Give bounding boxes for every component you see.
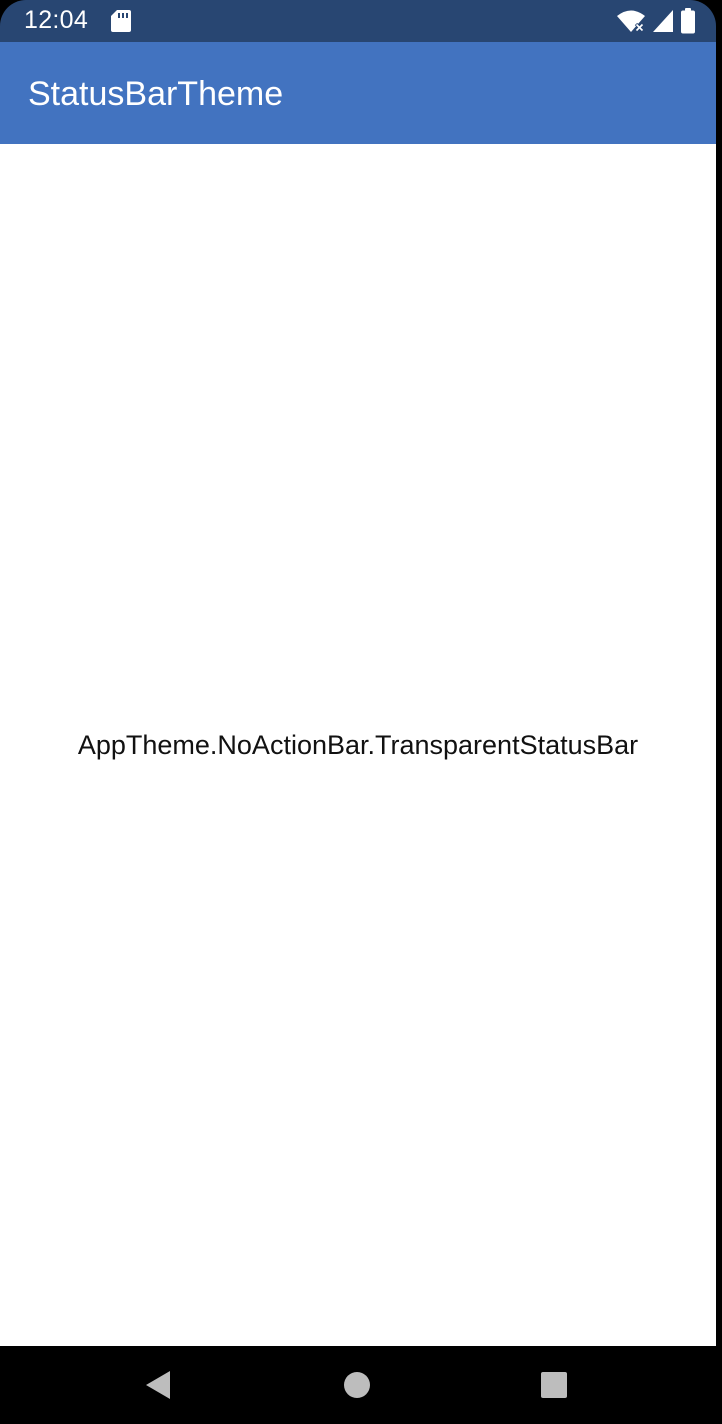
app-title: StatusBarTheme: [28, 75, 284, 113]
sd-card-icon: [111, 10, 131, 32]
battery-icon: [681, 8, 695, 34]
recents-button[interactable]: [494, 1346, 614, 1424]
phone-screen: 12:04 StatusBarTheme AppTheme.NoActionBa…: [0, 0, 716, 1424]
wifi-icon: [617, 10, 645, 33]
home-button[interactable]: [297, 1346, 417, 1424]
navigation-bar: [0, 1346, 716, 1424]
recents-icon: [541, 1372, 567, 1398]
back-icon: [146, 1371, 170, 1399]
cell-signal-icon: [653, 10, 673, 32]
back-button[interactable]: [98, 1346, 218, 1424]
theme-label: AppTheme.NoActionBar.TransparentStatusBa…: [77, 730, 639, 760]
app-bar: StatusBarTheme: [0, 42, 716, 144]
status-clock: 12:04: [24, 6, 89, 34]
home-icon: [344, 1372, 370, 1398]
status-icons: [616, 8, 696, 34]
main-content: AppTheme.NoActionBar.TransparentStatusBa…: [0, 144, 716, 1346]
status-bar: 12:04: [0, 0, 716, 42]
